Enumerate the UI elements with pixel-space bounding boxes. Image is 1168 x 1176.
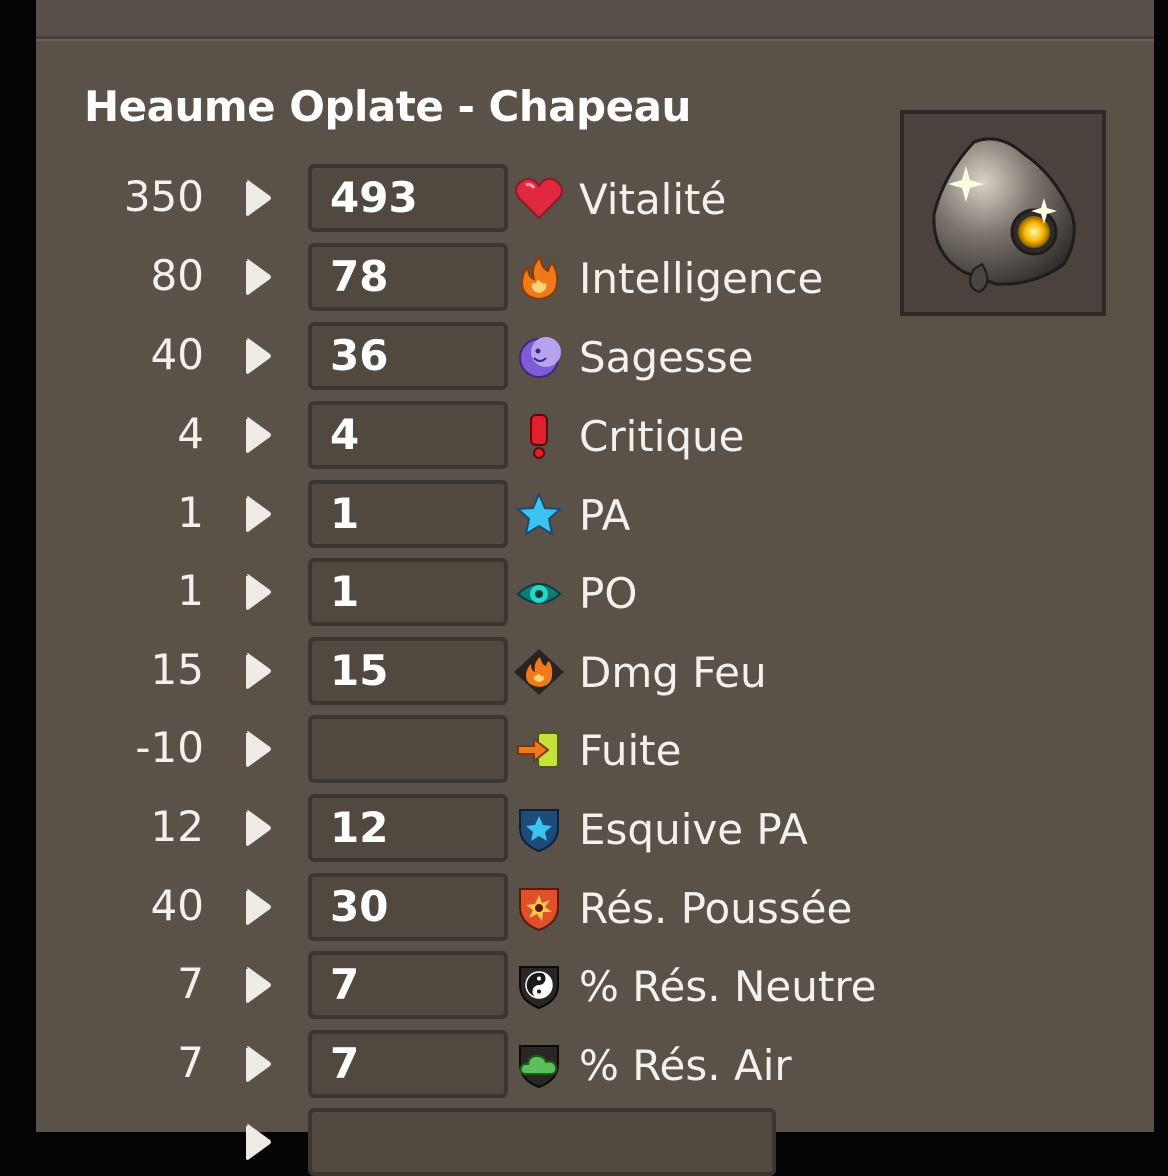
stat-label: % Rés. Air [579, 1041, 792, 1090]
stat-value-input[interactable]: 78 [308, 243, 508, 311]
stat-value-input[interactable]: 1 [308, 558, 508, 626]
moon-icon [519, 337, 561, 378]
star-icon [515, 492, 563, 537]
stat-base-value: 7 [177, 1038, 204, 1087]
shield-star-icon [519, 809, 559, 852]
exit-arrow-icon [517, 732, 559, 768]
stat-base-value: 1 [177, 488, 204, 537]
stat-row-intelligence: 80 78 Intelligence [36, 241, 896, 311]
helmet-icon [932, 137, 1076, 294]
stat-base-value: -10 [135, 723, 204, 772]
stat-value-input[interactable] [308, 1108, 776, 1176]
shield-burst-icon [519, 888, 559, 931]
stat-value-input[interactable]: 30 [308, 873, 508, 941]
item-title: Heaume Oplate - Chapeau [84, 82, 691, 131]
stat-base-value: 350 [123, 172, 204, 221]
arrow-right-icon [246, 259, 271, 295]
stat-value-input[interactable]: 493 [308, 164, 508, 232]
arrow-right-icon [246, 967, 271, 1003]
heart-icon [515, 177, 563, 220]
stat-row-res-poussee: 40 30 Rés. Poussée [36, 871, 896, 941]
stat-base-value: 40 [150, 881, 204, 930]
stat-label: Esquive PA [579, 805, 808, 854]
cloud-icon [519, 1045, 559, 1088]
stat-value-input[interactable]: 7 [308, 1030, 508, 1098]
item-image [900, 110, 1106, 316]
arrow-right-icon [246, 653, 271, 689]
stat-label: Dmg Feu [579, 648, 767, 697]
stat-label: PO [579, 569, 638, 618]
stat-label: Vitalité [579, 175, 727, 224]
arrow-right-icon [246, 338, 271, 374]
eye-icon [516, 583, 562, 604]
arrow-right-icon [246, 574, 271, 610]
arrow-right-icon [246, 496, 271, 532]
stat-base-value: 4 [177, 409, 204, 458]
panel-header-strip [36, 0, 1154, 39]
arrow-right-icon [246, 180, 271, 216]
stat-base-value: 12 [150, 802, 204, 851]
stat-row-esquive-pa: 12 12 Esquive PA [36, 792, 896, 862]
stat-label: Sagesse [579, 333, 754, 382]
exclamation-icon [530, 414, 548, 459]
stat-value-input[interactable]: 4 [308, 401, 508, 469]
arrow-right-icon [246, 731, 271, 767]
stat-base-value: 40 [150, 330, 204, 379]
stat-label: % Rés. Neutre [579, 962, 877, 1011]
stat-label: Fuite [579, 726, 682, 775]
stat-base-value: 1 [177, 566, 204, 615]
arrow-right-icon [246, 417, 271, 453]
fire-damage-icon [514, 649, 564, 695]
stat-label: Critique [579, 412, 745, 461]
stat-row-pa: 1 1 PA [36, 478, 896, 548]
arrow-right-icon [246, 810, 271, 846]
stat-row-res-air: 7 7 % Rés. Air [36, 1028, 896, 1098]
stat-base-value: 80 [150, 251, 204, 300]
stat-row-fuite: -10 Fuite [36, 713, 896, 783]
stat-row-critique: 4 4 Critique [36, 399, 896, 469]
stat-value-input[interactable]: 12 [308, 794, 508, 862]
arrow-right-icon [246, 889, 271, 925]
stat-row-po: 1 1 PO [36, 556, 896, 626]
stat-value-input[interactable]: 7 [308, 951, 508, 1019]
stat-row-res-neutre: 7 7 % Rés. Neutre [36, 949, 896, 1019]
stat-row-vitalite: 350 493 Vitalité [36, 162, 896, 232]
stat-label: PA [579, 491, 631, 540]
stat-label: Rés. Poussée [579, 884, 853, 933]
stat-row-partial [36, 1106, 896, 1176]
stat-row-sagesse: 40 36 Sagesse [36, 320, 896, 390]
stat-value-input[interactable]: 1 [308, 480, 508, 548]
stat-base-value: 15 [150, 645, 204, 694]
arrow-right-icon [246, 1124, 271, 1160]
stat-value-input[interactable]: 15 [308, 637, 508, 705]
fire-icon [520, 255, 559, 301]
arrow-right-icon [246, 1046, 271, 1082]
stat-value-input[interactable]: 36 [308, 322, 508, 390]
stat-value-input[interactable] [308, 715, 508, 783]
yin-yang-icon [519, 966, 559, 1009]
stat-base-value: 7 [177, 959, 204, 1008]
stats-panel: Heaume Oplate - Chapeau 350 493 Vitalité… [36, 0, 1154, 1176]
stat-label: Intelligence [579, 254, 824, 303]
stat-row-dmg-feu: 15 15 Dmg Feu [36, 635, 896, 705]
